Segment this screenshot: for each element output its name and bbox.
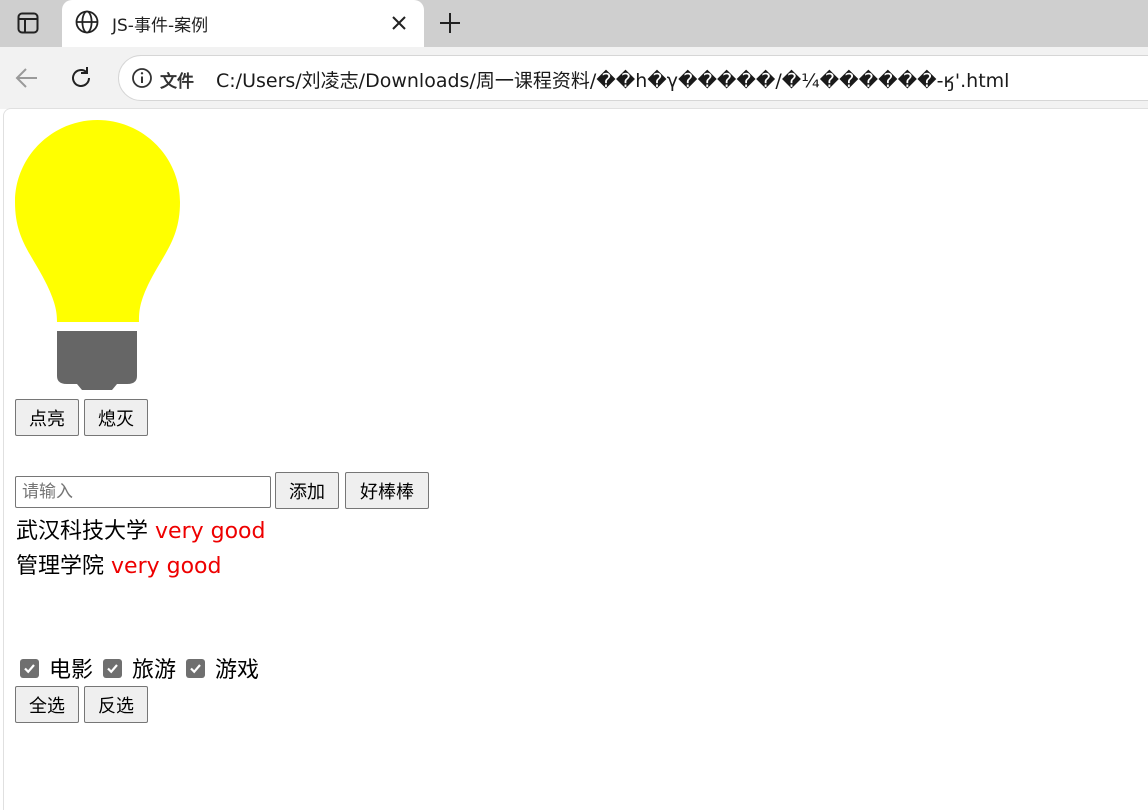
select-all-button[interactable]: 全选 xyxy=(15,686,79,723)
hobby-checkbox-travel[interactable] xyxy=(103,658,123,678)
invert-selection-button[interactable]: 反选 xyxy=(84,686,148,723)
bulb-glass xyxy=(15,120,180,322)
tab-bar: JS-事件-案例 xyxy=(0,0,1148,47)
hobby-label-movie: 电影 xyxy=(49,658,94,683)
hobby-label-game: 游戏 xyxy=(215,658,260,683)
reload-icon[interactable] xyxy=(64,61,98,95)
hobby-checkbox-movie[interactable] xyxy=(20,658,39,678)
active-tab[interactable]: JS-事件-案例 xyxy=(62,0,424,47)
hobby-label-travel: 旅游 xyxy=(132,658,177,683)
url-text[interactable]: C:/Users/刘凌志/Downloads/周一课程资料/��h�γ�����… xyxy=(216,66,1009,93)
light-off-button[interactable]: 熄灭 xyxy=(84,399,148,436)
globe-icon xyxy=(74,9,100,35)
bulb-base xyxy=(57,331,137,390)
praise-button[interactable]: 好棒棒 xyxy=(345,472,429,509)
result-suffix: very good xyxy=(111,554,222,579)
light-on-button[interactable]: 点亮 xyxy=(15,399,79,436)
sidebar-toggle-icon[interactable] xyxy=(6,4,50,42)
back-arrow-icon[interactable] xyxy=(10,61,44,95)
navigation-toolbar: 文件 C:/Users/刘凌志/Downloads/周一课程资料/��h�γ��… xyxy=(0,47,1148,109)
content-input[interactable] xyxy=(15,476,271,508)
result-item: 武汉科技大学 very good xyxy=(16,513,265,545)
address-bar[interactable]: 文件 C:/Users/刘凌志/Downloads/周一课程资料/��h�γ��… xyxy=(118,55,1148,101)
site-info-label[interactable]: 文件 xyxy=(160,67,194,92)
close-icon[interactable] xyxy=(386,10,412,36)
tab-title: JS-事件-案例 xyxy=(112,16,209,36)
hobby-checkbox-group: 电影 旅游 游戏 xyxy=(20,652,269,684)
lightbulb-image xyxy=(15,120,180,392)
plus-icon[interactable] xyxy=(433,6,467,40)
info-icon[interactable] xyxy=(131,67,153,89)
result-item: 管理学院 very good xyxy=(16,548,221,580)
add-button[interactable]: 添加 xyxy=(275,472,339,509)
result-suffix: very good xyxy=(155,519,266,544)
result-text: 管理学院 xyxy=(16,554,105,579)
result-text: 武汉科技大学 xyxy=(16,519,149,544)
hobby-checkbox-game[interactable] xyxy=(186,658,206,678)
